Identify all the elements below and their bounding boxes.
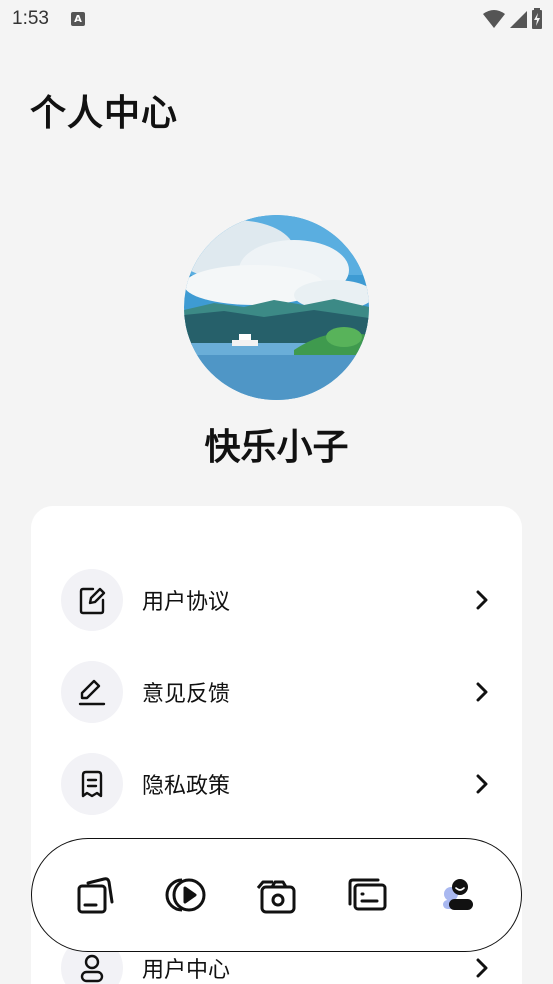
avatar-image (184, 215, 369, 400)
signal-icon (510, 11, 527, 28)
tab-camera[interactable] (248, 867, 304, 923)
pen-icon (61, 661, 123, 723)
status-time: 1:53 (12, 8, 49, 29)
wifi-icon (483, 10, 505, 28)
chevron-right-icon (472, 590, 492, 610)
play-icon (165, 878, 206, 912)
username: 快乐小子 (204, 427, 349, 468)
menu-item-privacy-policy[interactable]: 隐私政策 (61, 752, 492, 816)
status-indicators (483, 8, 543, 30)
chevron-right-icon (472, 958, 492, 978)
chevron-right-icon (472, 682, 492, 702)
tab-messages[interactable] (339, 867, 395, 923)
chevron-right-icon (472, 774, 492, 794)
menu-item-feedback[interactable]: 意见反馈 (61, 660, 492, 724)
bottom-tab-bar (31, 838, 522, 952)
profile-icon (442, 879, 473, 910)
battery-icon (532, 8, 542, 29)
menu-item-label: 用户中心 (142, 958, 231, 983)
tab-video[interactable] (158, 867, 214, 923)
edit-document-icon (61, 569, 123, 631)
tab-profile[interactable] (430, 867, 486, 923)
camera-icon (257, 880, 296, 914)
menu-item-user-agreement[interactable]: 用户协议 (61, 568, 492, 632)
message-cards-icon (348, 878, 387, 911)
files-icon (77, 877, 114, 914)
notification-icon: A (70, 12, 85, 26)
status-bar: 1:53 A (0, 0, 553, 38)
menu-item-label: 用户协议 (142, 590, 231, 615)
avatar[interactable] (184, 215, 369, 400)
page-title: 个人中心 (30, 93, 179, 134)
menu-item-label: 隐私政策 (142, 774, 231, 799)
tab-files[interactable] (67, 867, 123, 923)
menu-item-label: 意见反馈 (142, 682, 231, 707)
receipt-document-icon (61, 753, 123, 815)
